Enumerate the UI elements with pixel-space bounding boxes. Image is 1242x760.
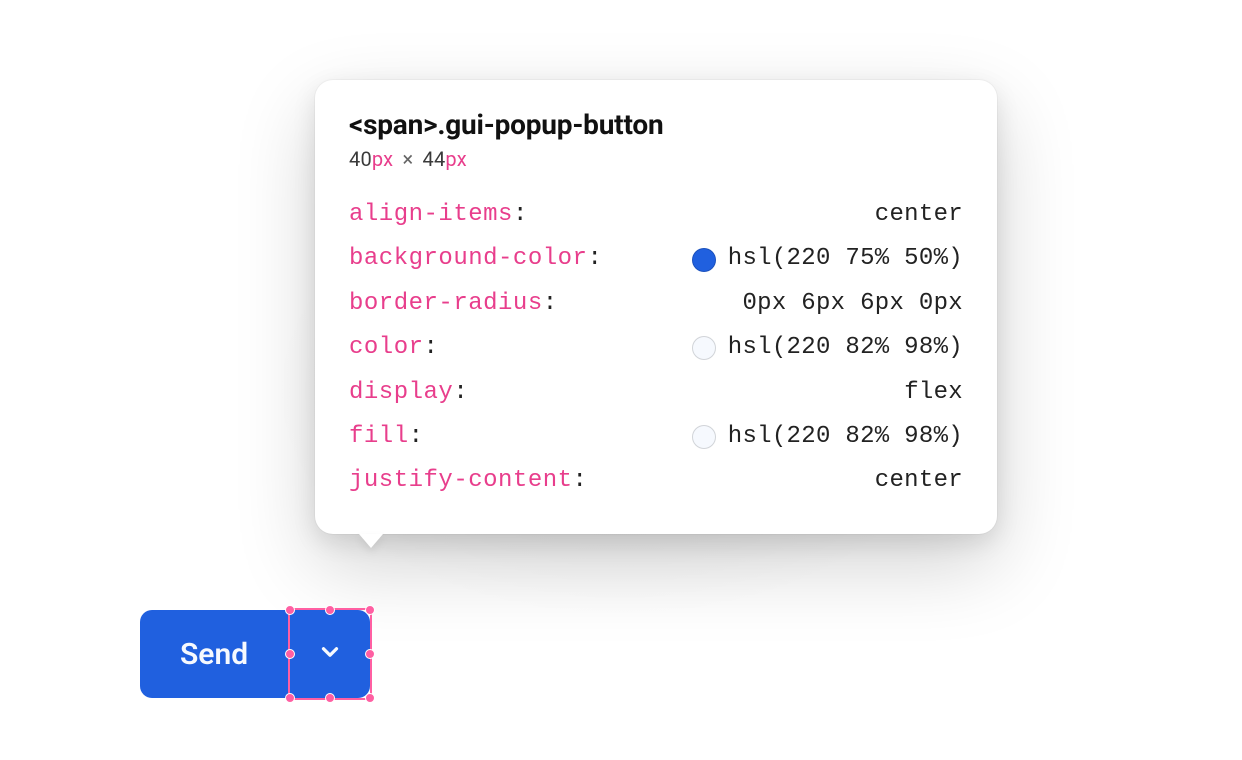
prop-value-text: hsl(220 82% 98%)	[728, 332, 963, 364]
inspector-tooltip: <span>.gui-popup-button 40px × 44px alig…	[315, 80, 997, 534]
prop-name: fill:	[349, 421, 639, 453]
prop-row: fill: hsl(220 82% 98%)	[349, 415, 963, 459]
send-button[interactable]: Send	[140, 610, 288, 698]
prop-row: align-items: center	[349, 193, 963, 237]
prop-name-text: color	[349, 334, 424, 361]
selector-tag: <span>	[349, 108, 437, 141]
prop-value: flex	[639, 377, 963, 409]
prop-value: hsl(220 82% 98%)	[639, 421, 963, 453]
stage: <span>.gui-popup-button 40px × 44px alig…	[140, 80, 1100, 720]
prop-name: border-radius:	[349, 288, 639, 320]
prop-row: background-color: hsl(220 75% 50%)	[349, 237, 963, 281]
prop-row: border-radius: 0px 6px 6px 0px	[349, 282, 963, 326]
prop-name: color:	[349, 332, 639, 364]
chevron-down-icon	[317, 639, 343, 669]
dim-width-num: 40	[349, 147, 372, 171]
popup-toggle-button[interactable]	[290, 610, 370, 698]
prop-value-text: 0px 6px 6px 0px	[742, 288, 963, 320]
prop-value-text: hsl(220 82% 98%)	[728, 421, 963, 453]
prop-colon: :	[513, 201, 528, 228]
split-button: Send	[140, 610, 370, 698]
resize-handle-ne[interactable]	[365, 605, 375, 615]
prop-row: justify-content: center	[349, 459, 963, 503]
prop-colon: :	[587, 245, 602, 272]
send-button-label: Send	[180, 637, 248, 672]
prop-name-text: justify-content	[349, 467, 573, 494]
prop-colon: :	[573, 467, 588, 494]
color-swatch-icon	[692, 425, 716, 449]
resize-handle-s[interactable]	[325, 693, 335, 703]
prop-name: align-items:	[349, 199, 639, 231]
prop-name: display:	[349, 377, 639, 409]
resize-handle-se[interactable]	[365, 693, 375, 703]
prop-name-text: fill	[349, 423, 409, 450]
color-swatch-icon	[692, 248, 716, 272]
prop-value-text: flex	[904, 377, 963, 409]
prop-value-text: hsl(220 75% 50%)	[728, 243, 963, 275]
prop-name: background-color:	[349, 243, 639, 275]
inspector-selector: <span>.gui-popup-button	[349, 108, 663, 141]
prop-name-text: border-radius	[349, 290, 543, 317]
dim-height-unit: px	[445, 147, 466, 171]
prop-name: justify-content:	[349, 465, 639, 497]
prop-value: hsl(220 75% 50%)	[639, 243, 963, 275]
inspector-dimensions: 40px × 44px	[349, 147, 963, 171]
prop-colon: :	[409, 423, 424, 450]
prop-value: center	[639, 199, 963, 231]
prop-value: 0px 6px 6px 0px	[639, 288, 963, 320]
prop-value-text: center	[875, 199, 963, 231]
resize-handle-n[interactable]	[325, 605, 335, 615]
prop-colon: :	[543, 290, 558, 317]
prop-row: display: flex	[349, 371, 963, 415]
prop-name-text: background-color	[349, 245, 587, 272]
prop-name-text: align-items	[349, 201, 513, 228]
dim-height-num: 44	[423, 147, 446, 171]
prop-colon: :	[424, 334, 439, 361]
selector-class: .gui-popup-button	[437, 108, 663, 141]
dim-width-unit: px	[372, 147, 393, 171]
prop-name-text: display	[349, 379, 453, 406]
resize-handle-e[interactable]	[365, 649, 375, 659]
inspector-props: align-items: center background-color: hsl(2…	[349, 193, 963, 504]
dim-sep: ×	[402, 147, 413, 171]
prop-value: hsl(220 82% 98%)	[639, 332, 963, 364]
prop-row: color: hsl(220 82% 98%)	[349, 326, 963, 370]
prop-value: center	[639, 465, 963, 497]
color-swatch-icon	[692, 336, 716, 360]
prop-value-text: center	[875, 465, 963, 497]
prop-colon: :	[453, 379, 468, 406]
